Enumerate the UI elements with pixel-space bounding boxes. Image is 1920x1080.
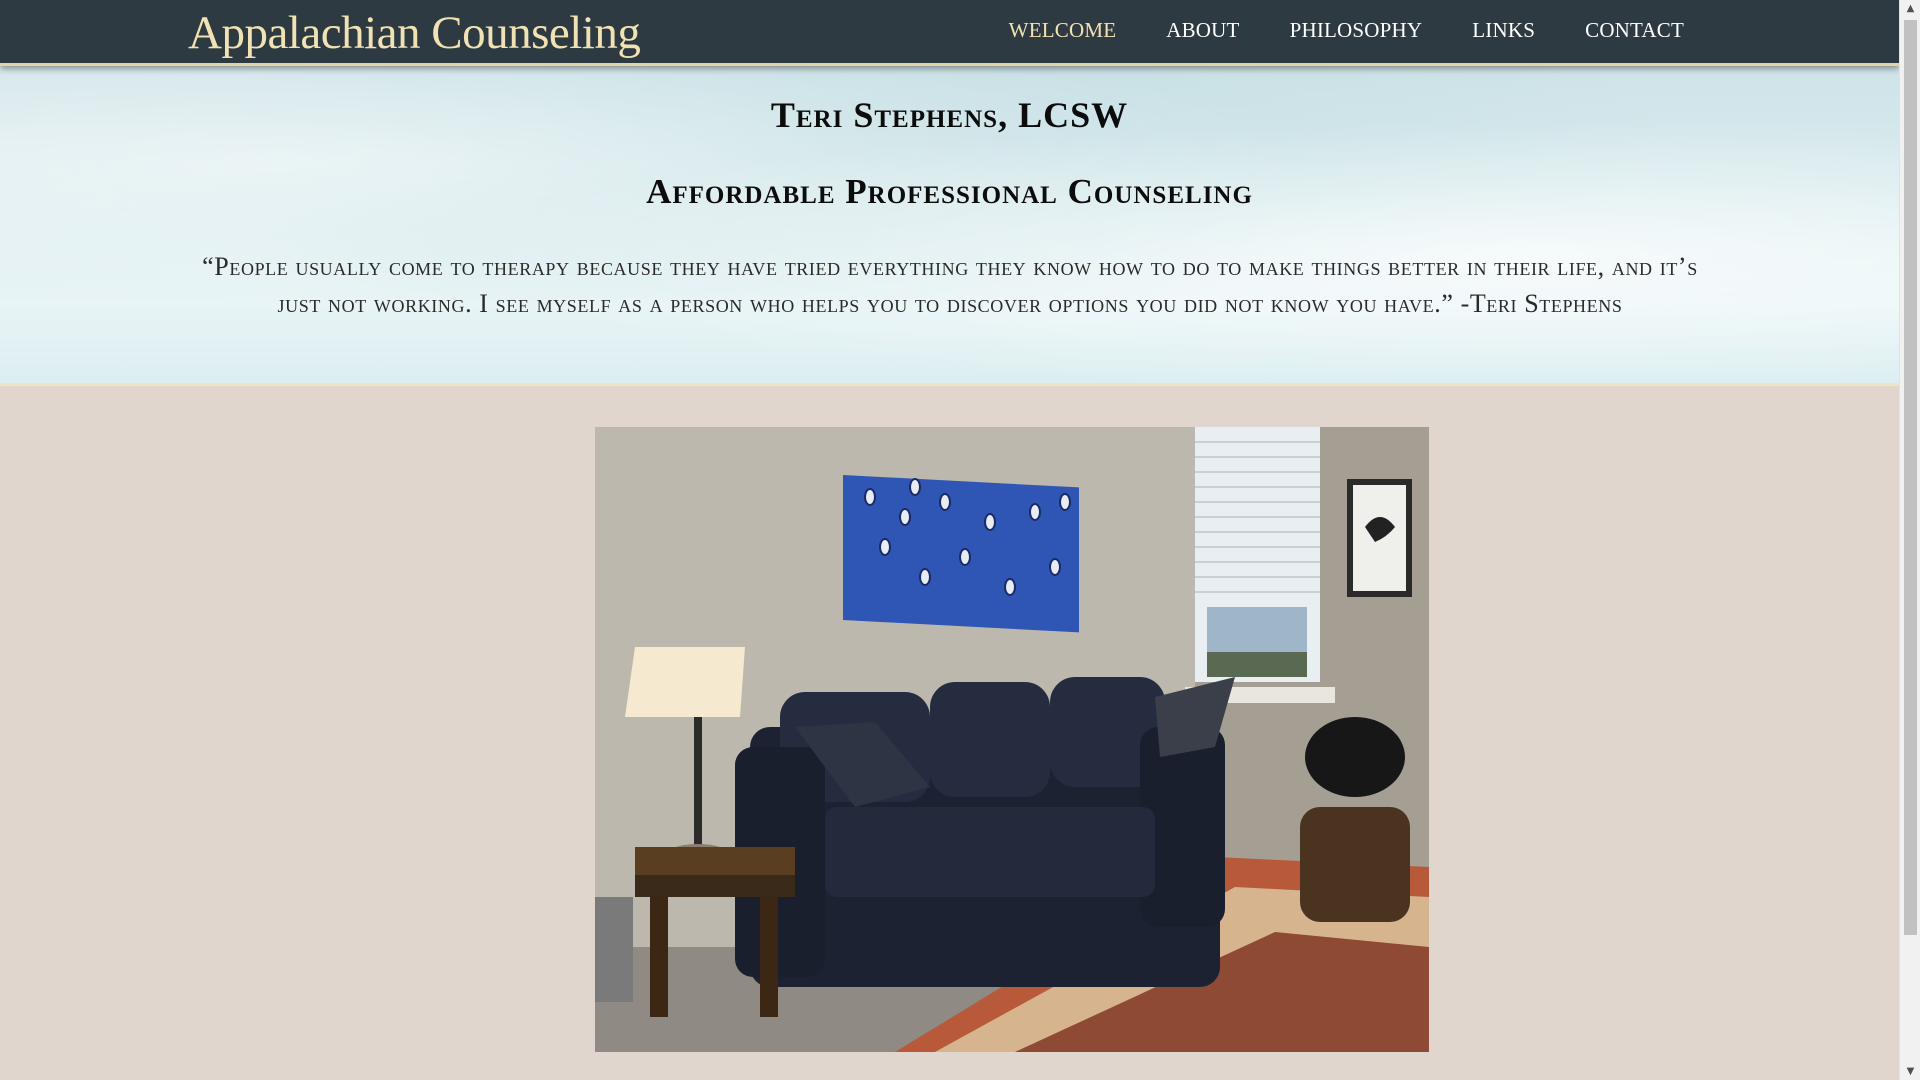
hero-banner: Teri Stephens, LCSW Affordable Professio… — [0, 66, 1899, 386]
nav-link-philosophy[interactable]: PHILOSOPHY — [1290, 18, 1423, 43]
page-subtitle: Affordable Professional Counseling — [646, 172, 1253, 211]
nav-link-links[interactable]: LINKS — [1472, 18, 1535, 43]
top-navbar: Appalachian Counseling WELCOME ABOUT PHI… — [0, 0, 1899, 66]
office-photo — [595, 427, 1429, 1052]
scrollbar-thumb[interactable] — [1904, 20, 1917, 935]
nav-link-about[interactable]: ABOUT — [1166, 18, 1239, 43]
nav-link-welcome[interactable]: WELCOME — [1009, 18, 1117, 43]
nav-link-contact[interactable]: CONTACT — [1585, 18, 1684, 43]
page: Appalachian Counseling WELCOME ABOUT PHI… — [0, 0, 1899, 1080]
site-brand-link[interactable]: Appalachian Counseling — [188, 6, 641, 60]
scroll-down-arrow-icon[interactable]: ▼ — [1900, 1063, 1920, 1080]
hero-quote: “People usually come to therapy because … — [202, 252, 1698, 318]
main-nav: WELCOME ABOUT PHILOSOPHY LINKS CONTACT — [1009, 18, 1684, 43]
page-title: Teri Stephens, LCSW — [770, 95, 1129, 135]
scroll-up-arrow-icon[interactable]: ▲ — [1900, 0, 1920, 17]
vertical-scrollbar[interactable]: ▲ ▼ — [1899, 0, 1920, 1080]
